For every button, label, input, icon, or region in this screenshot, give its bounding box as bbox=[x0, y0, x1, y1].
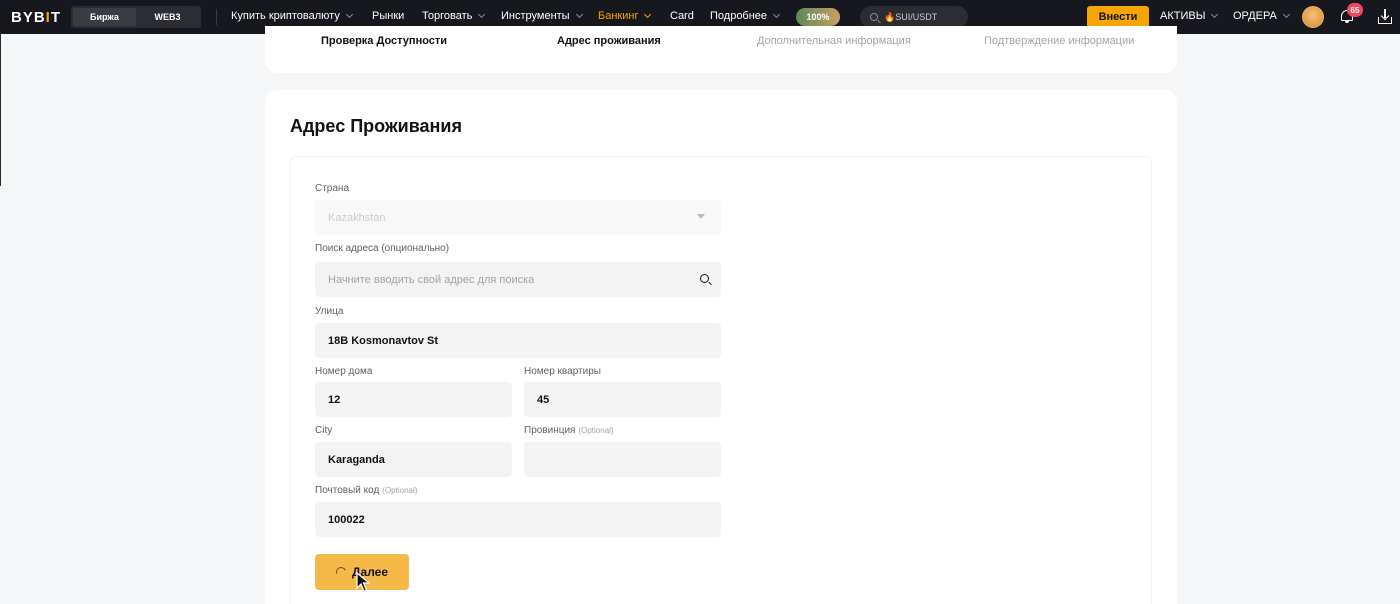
province-label: Провинция (Optional) bbox=[524, 425, 614, 436]
nav-trade[interactable]: Торговать bbox=[422, 10, 486, 22]
house-number-input[interactable]: 12 bbox=[315, 382, 512, 417]
nav-buy-crypto[interactable]: Купить криптовалюту bbox=[231, 10, 353, 22]
chevron-down-icon bbox=[575, 10, 583, 19]
step-confirmation: Подтверждение информации bbox=[984, 35, 1135, 47]
progress-steps: Проверка Доступности Адрес проживания До… bbox=[265, 26, 1177, 73]
download-icon[interactable] bbox=[1378, 9, 1392, 24]
caret-down-icon bbox=[697, 214, 705, 219]
street-label: Улица bbox=[315, 306, 344, 317]
step-additional-info: Дополнительная информация bbox=[757, 35, 911, 47]
search-icon[interactable] bbox=[700, 274, 709, 283]
chevron-down-icon bbox=[1282, 10, 1290, 19]
nav-markets[interactable]: Рынки bbox=[372, 10, 404, 22]
chevron-down-icon bbox=[478, 10, 486, 19]
bybit-logo[interactable]: BYBIT bbox=[11, 9, 61, 26]
chevron-down-icon bbox=[644, 10, 652, 19]
notification-count-badge: 65 bbox=[1347, 3, 1363, 17]
nav-card[interactable]: Card bbox=[670, 10, 694, 22]
address-search-input[interactable]: Начните вводить свой адрес для поиска bbox=[315, 262, 721, 297]
nav-more[interactable]: Подробнее bbox=[710, 10, 781, 22]
nav-tools[interactable]: Инструменты bbox=[501, 10, 583, 22]
deposit-button[interactable]: Внести bbox=[1087, 6, 1149, 28]
search-icon bbox=[870, 13, 878, 21]
window-edge bbox=[0, 34, 1, 186]
city-label: City bbox=[315, 425, 333, 436]
nav-divider bbox=[216, 9, 217, 25]
nav-orders[interactable]: ОРДЕРА bbox=[1233, 10, 1290, 22]
exchange-web3-switch: Биржа WEB3 bbox=[71, 6, 201, 28]
chevron-down-icon bbox=[1211, 10, 1219, 19]
market-search[interactable]: 🔥SUI/USDT bbox=[860, 6, 968, 28]
page-title: Адрес Проживания bbox=[290, 116, 463, 136]
avatar[interactable] bbox=[1302, 6, 1324, 28]
postal-code-input[interactable]: 100022 bbox=[315, 502, 721, 537]
province-input[interactable] bbox=[524, 442, 721, 477]
mouse-cursor-icon bbox=[356, 572, 370, 592]
chevron-down-icon bbox=[345, 10, 353, 19]
postal-code-label: Почтовый код (Optional) bbox=[315, 485, 418, 496]
nav-banking[interactable]: Банкинг bbox=[598, 10, 652, 22]
apartment-number-input[interactable]: 45 bbox=[524, 382, 721, 417]
segment-exchange[interactable]: Биржа bbox=[73, 8, 136, 26]
promo-badge[interactable]: 100% bbox=[796, 8, 840, 26]
apartment-number-label: Номер квартиры bbox=[524, 366, 601, 377]
country-label: Страна bbox=[315, 183, 350, 194]
house-number-label: Номер дома bbox=[315, 366, 373, 377]
segment-web3[interactable]: WEB3 bbox=[136, 8, 199, 26]
chevron-down-icon bbox=[773, 10, 781, 19]
loading-spinner-icon bbox=[334, 565, 348, 579]
city-input[interactable]: Karaganda bbox=[315, 442, 512, 477]
nav-assets[interactable]: АКТИВЫ bbox=[1160, 10, 1219, 22]
step-residential-address: Адрес проживания bbox=[557, 35, 661, 47]
address-search-label: Поиск адреса (опционально) bbox=[315, 243, 450, 254]
street-input[interactable]: 18B Kosmonavtov St bbox=[315, 323, 721, 358]
country-select: Kazakhstan bbox=[315, 200, 721, 235]
step-availability-check: Проверка Доступности bbox=[321, 35, 448, 47]
